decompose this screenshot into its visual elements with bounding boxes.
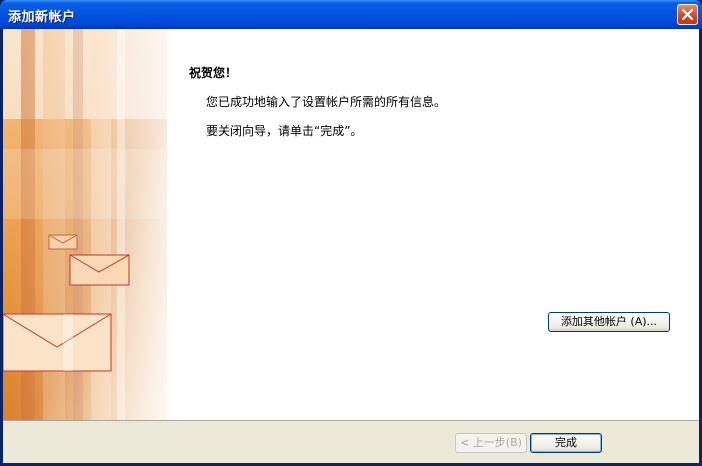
title-bar[interactable]: 添加新帐户: [0, 0, 702, 29]
back-button[interactable]: < 上一步(B): [455, 433, 527, 453]
add-other-account-button[interactable]: 添加其他帐户 (A)...: [548, 312, 670, 332]
close-icon: [681, 8, 694, 21]
window-title: 添加新帐户: [8, 10, 76, 25]
congrats-heading: 祝贺您！: [189, 66, 238, 80]
dialog-body: 祝贺您！ 您已成功地输入了设置帐户所需的所有信息。 要关闭向导，请单击“完成”。…: [3, 29, 699, 463]
wizard-side-image: [3, 29, 167, 420]
wizard-footer: < 上一步(B) 完成: [3, 420, 699, 463]
wizard-content: 祝贺您！ 您已成功地输入了设置帐户所需的所有信息。 要关闭向导，请单击“完成”。…: [167, 29, 699, 420]
success-message: 您已成功地输入了设置帐户所需的所有信息。: [206, 95, 447, 109]
close-button[interactable]: [677, 4, 698, 25]
wizard-window: 添加新帐户 祝贺您！ 您已成功地输入了设置帐户所需的所有信息。 要关闭向导，请单…: [0, 0, 702, 466]
finish-button[interactable]: 完成: [530, 433, 602, 453]
close-instruction: 要关闭向导，请单击“完成”。: [206, 124, 363, 138]
